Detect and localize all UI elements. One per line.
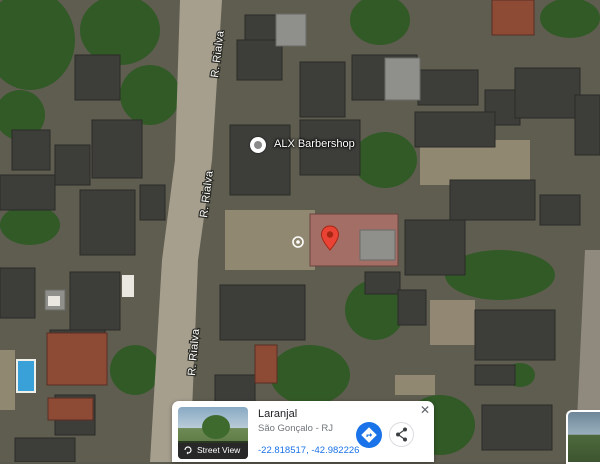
place-name: Laranjal <box>258 408 298 420</box>
directions-button[interactable] <box>356 422 382 448</box>
directions-icon <box>361 427 377 443</box>
photo-thumbnail[interactable] <box>566 410 600 464</box>
location-marker-icon[interactable] <box>291 236 305 250</box>
place-pin-icon[interactable] <box>250 137 266 153</box>
share-icon <box>396 427 407 442</box>
street-view-bar[interactable]: Street View <box>178 441 248 459</box>
red-location-pin-icon[interactable] <box>320 225 340 251</box>
satellite-map[interactable]: R. Rialva R. Rialva R. Rialva <box>0 0 600 462</box>
thumbnail-tree <box>202 415 230 439</box>
poi-label-barbershop[interactable]: ALX Barbershop <box>274 138 355 150</box>
place-address: São Gonçalo - RJ <box>258 423 333 434</box>
close-icon: ✕ <box>419 403 431 417</box>
place-coordinates[interactable]: -22.818517, -42.982226 <box>258 445 359 456</box>
street-view-label: Street View <box>197 445 241 455</box>
place-card[interactable]: Street View Laranjal São Gonçalo - RJ -2… <box>172 401 434 462</box>
street-view-icon <box>184 446 192 455</box>
street-view-thumbnail[interactable]: Street View <box>178 407 248 459</box>
close-button[interactable]: ✕ <box>419 404 431 416</box>
share-button[interactable] <box>389 422 414 447</box>
